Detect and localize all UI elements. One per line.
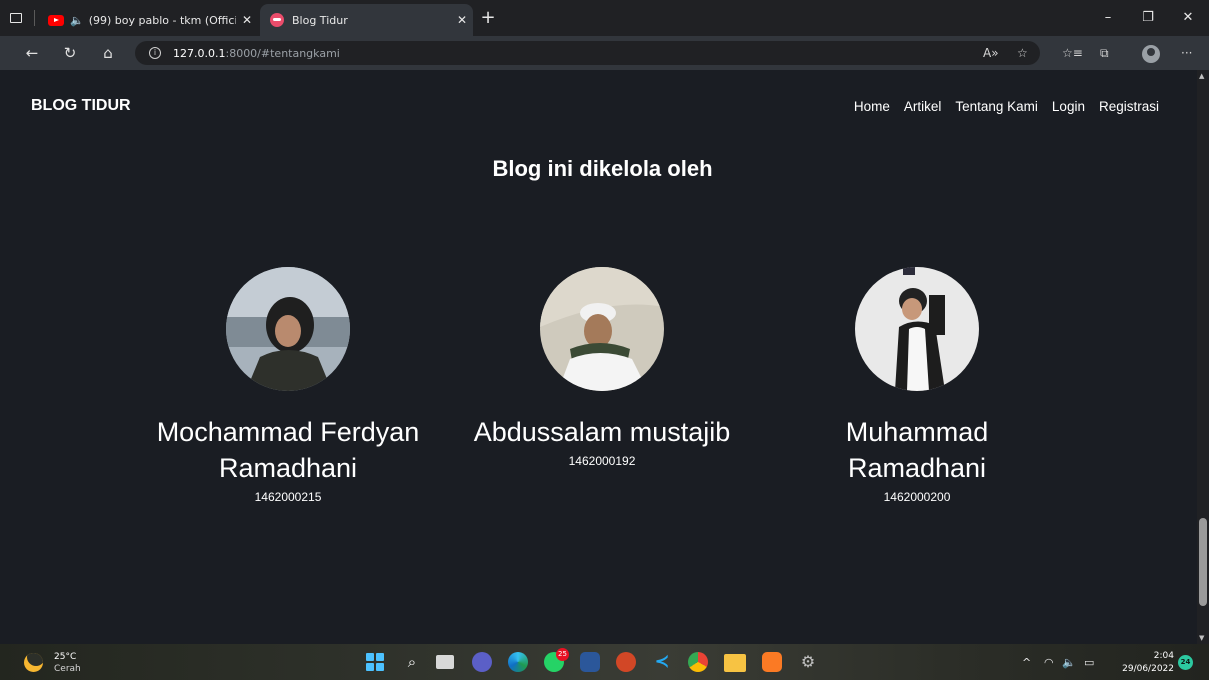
volume-icon[interactable]: 🔈 [1062, 656, 1076, 669]
more-icon[interactable]: ··· [1181, 46, 1192, 62]
favorites-icon[interactable]: ☆≡ [1062, 46, 1083, 62]
weather-desc[interactable]: Cerah [54, 664, 81, 674]
collections-icon[interactable]: ⧉ [1100, 46, 1109, 62]
web-page: BLOG TIDUR Home Artikel Tentang Kami Log… [0, 70, 1197, 644]
tab-actions-icon[interactable] [10, 13, 22, 23]
back-icon[interactable]: ← [20, 41, 44, 65]
scroll-up-icon[interactable]: ▲ [1199, 72, 1204, 80]
site-nav: Home Artikel Tentang Kami Login Registra… [854, 99, 1159, 114]
address-bar[interactable]: i 127.0.0.1:8000/#tentangkami [135, 41, 1040, 65]
nav-login[interactable]: Login [1052, 99, 1085, 114]
info-icon[interactable]: i [149, 47, 161, 59]
nav-home[interactable]: Home [854, 99, 890, 114]
scroll-down-icon[interactable]: ▼ [1199, 634, 1204, 642]
member-photo [226, 267, 350, 391]
url-host: 127.0.0.1 [173, 46, 226, 60]
member-photo [540, 267, 664, 391]
windows-start-icon[interactable] [366, 653, 384, 671]
member-nim: 1462000200 [883, 490, 951, 504]
meet-icon[interactable] [472, 652, 492, 672]
close-icon[interactable]: ✕ [451, 13, 473, 27]
scroll-thumb[interactable] [1199, 518, 1207, 606]
tray-overflow-icon[interactable]: ^ [1022, 656, 1031, 669]
edge-icon[interactable] [508, 652, 528, 672]
favorite-icon[interactable]: ☆ [1017, 46, 1028, 62]
task-view-icon[interactable] [436, 655, 454, 669]
member-card: Muhammad Ramadhani 1462000200 [767, 267, 1067, 504]
tab-separator [34, 10, 35, 26]
section-title: Blog ini dikelola oleh [492, 156, 713, 181]
wifi-icon[interactable]: ◠ [1044, 656, 1054, 669]
page-scrollbar[interactable]: ▲ ▼ [1197, 70, 1209, 644]
whatsapp-badge: 25 [556, 648, 569, 661]
new-tab-icon[interactable]: + [478, 8, 498, 28]
word-icon[interactable] [580, 652, 600, 672]
restore-icon[interactable]: ❐ [1128, 6, 1168, 30]
clock-time[interactable]: 2:04 [1154, 651, 1174, 661]
search-icon[interactable]: ⌕ [402, 652, 422, 672]
member-name: Muhammad Ramadhani [845, 417, 989, 483]
weather-temp[interactable]: 25°C [54, 652, 76, 662]
site-brand[interactable]: BLOG TIDUR [31, 97, 131, 115]
tab-blog-tidur[interactable]: Blog Tidur ✕ [260, 4, 473, 36]
close-icon[interactable]: ✕ [236, 13, 258, 27]
home-icon[interactable]: ⌂ [96, 41, 120, 65]
xampp-icon[interactable] [762, 652, 782, 672]
nav-artikel[interactable]: Artikel [904, 99, 942, 114]
profile-icon[interactable] [1142, 45, 1160, 63]
tab-youtube[interactable]: 🔈 (99) boy pablo - tkm (Offici ✕ [48, 4, 258, 36]
member-name: Mochammad Ferdyan Ramadhani [156, 417, 420, 483]
member-nim: 1462000192 [568, 454, 636, 468]
vscode-icon[interactable]: ≺ [652, 652, 672, 672]
member-name: Abdussalam mustajib [473, 417, 731, 447]
blog-favicon-icon [270, 13, 284, 27]
chrome-icon[interactable] [688, 652, 708, 672]
battery-icon[interactable]: ▭ [1084, 656, 1094, 669]
member-photo [855, 267, 979, 391]
refresh-icon[interactable]: ↻ [58, 41, 82, 65]
member-card: Mochammad Ferdyan Ramadhani 1462000215 [138, 267, 438, 504]
tab-title: (99) boy pablo - tkm (Offici [88, 13, 236, 27]
weather-icon[interactable] [24, 653, 43, 672]
notification-badge[interactable]: 24 [1178, 655, 1193, 670]
tab-strip: 🔈 (99) boy pablo - tkm (Offici ✕ Blog Ti… [0, 0, 1209, 36]
url-path: :8000/#tentangkami [225, 46, 340, 60]
read-aloud-icon[interactable]: A» [983, 46, 999, 62]
tab-title: Blog Tidur [292, 13, 348, 27]
clock-date[interactable]: 29/06/2022 [1122, 664, 1174, 674]
member-card: Abdussalam mustajib 1462000192 [452, 267, 752, 468]
minimize-icon[interactable]: – [1088, 6, 1128, 30]
file-explorer-icon[interactable] [724, 654, 746, 672]
powerpoint-icon[interactable] [616, 652, 636, 672]
address-toolbar: ← ↻ ⌂ i 127.0.0.1:8000/#tentangkami A» ☆… [0, 36, 1209, 70]
windows-taskbar: 25°C Cerah ⌕ 25 ≺ ⚙ ^ ◠ 🔈 ▭ 2:04 29/06/2… [0, 644, 1209, 680]
nav-tentang-kami[interactable]: Tentang Kami [955, 99, 1038, 114]
youtube-icon [48, 14, 64, 26]
nav-registrasi[interactable]: Registrasi [1099, 99, 1159, 114]
close-window-icon[interactable]: ✕ [1168, 6, 1208, 30]
speaker-icon[interactable]: 🔈 [70, 14, 84, 27]
settings-icon[interactable]: ⚙ [798, 652, 818, 672]
member-nim: 1462000215 [254, 490, 322, 504]
